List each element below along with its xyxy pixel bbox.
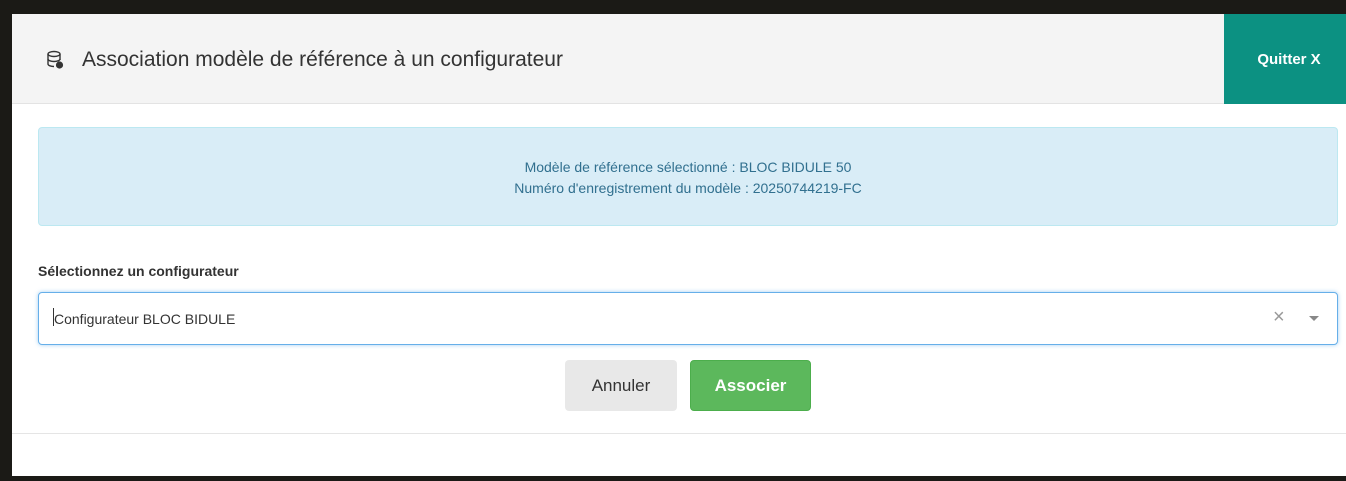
configurator-select[interactable]: Configurateur BLOC BIDULE × xyxy=(38,292,1338,345)
chevron-down-icon[interactable] xyxy=(1309,316,1319,321)
modal-dialog: Association modèle de référence à un con… xyxy=(12,14,1346,476)
database-icon xyxy=(46,50,64,70)
cancel-button[interactable]: Annuler xyxy=(565,360,677,411)
modal-title: Association modèle de référence à un con… xyxy=(82,48,563,71)
associate-button[interactable]: Associer xyxy=(690,360,811,411)
configurator-select-value: Configurateur BLOC BIDULE xyxy=(54,311,236,327)
modal-header: Association modèle de référence à un con… xyxy=(12,14,1346,104)
footer-divider xyxy=(12,433,1346,434)
quit-button[interactable]: Quitter X xyxy=(1224,14,1346,104)
selected-model-text: Modèle de référence sélectionné : BLOC B… xyxy=(524,159,852,175)
configurator-select-label: Sélectionnez un configurateur xyxy=(38,263,239,279)
clear-icon[interactable]: × xyxy=(1273,306,1285,328)
info-alert: Modèle de référence sélectionné : BLOC B… xyxy=(38,127,1338,226)
registration-number-text: Numéro d'enregistrement du modèle : 2025… xyxy=(514,180,862,196)
